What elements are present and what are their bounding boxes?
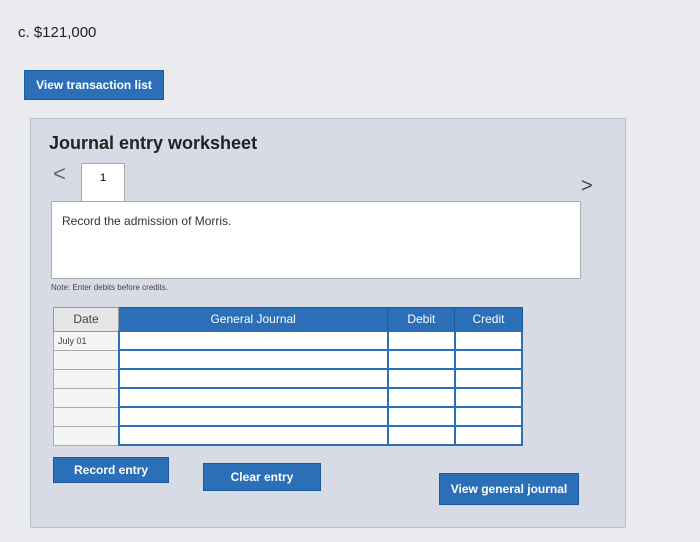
account-field[interactable] xyxy=(117,387,389,408)
date-cell[interactable] xyxy=(53,349,119,370)
account-field[interactable] xyxy=(117,406,389,427)
journal-table: Date General Journal Debit Credit July 0… xyxy=(53,307,524,446)
date-cell[interactable]: July 01 xyxy=(53,330,119,351)
task-box: Record the admission of Morris. xyxy=(51,201,581,279)
view-general-journal-button[interactable]: View general journal xyxy=(439,473,579,505)
credit-header: Credit xyxy=(454,307,523,332)
credit-field[interactable] xyxy=(453,387,524,408)
account-field[interactable] xyxy=(117,330,389,351)
task-description: Record the admission of Morris. xyxy=(62,214,232,228)
table-row xyxy=(53,425,524,446)
debit-field[interactable] xyxy=(386,387,456,408)
date-cell[interactable] xyxy=(53,387,119,408)
table-row xyxy=(53,368,524,389)
view-transaction-list-button[interactable]: View transaction list xyxy=(24,70,164,100)
note-text: Note: Enter debits before credits. xyxy=(51,283,168,292)
tab-1[interactable]: 1 xyxy=(81,163,125,201)
account-field[interactable] xyxy=(117,368,389,389)
general-journal-header: General Journal xyxy=(117,307,389,332)
debit-field[interactable] xyxy=(386,330,456,351)
chevron-left-icon[interactable]: < xyxy=(53,161,66,187)
credit-field[interactable] xyxy=(453,349,524,370)
worksheet-title: Journal entry worksheet xyxy=(49,133,258,153)
table-header-row: Date General Journal Debit Credit xyxy=(53,307,523,332)
answer-choice: c. $121,000 xyxy=(18,24,97,41)
credit-field[interactable] xyxy=(453,425,524,446)
date-header: Date xyxy=(53,307,119,332)
debit-field[interactable] xyxy=(386,368,456,389)
date-cell[interactable] xyxy=(53,425,119,446)
account-field[interactable] xyxy=(117,349,389,370)
credit-field[interactable] xyxy=(453,406,524,427)
clear-entry-button[interactable]: Clear entry xyxy=(203,463,321,491)
account-field[interactable] xyxy=(117,425,389,446)
debit-field[interactable] xyxy=(386,349,456,370)
table-row xyxy=(53,406,524,427)
credit-field[interactable] xyxy=(453,368,524,389)
debit-field[interactable] xyxy=(386,406,456,427)
table-row xyxy=(53,387,524,408)
chevron-right-icon[interactable]: > xyxy=(581,175,593,198)
journal-entry-worksheet: Journal entry worksheet < > 1 Record the… xyxy=(30,118,626,528)
table-row: July 01 xyxy=(53,330,524,351)
record-entry-button[interactable]: Record entry xyxy=(53,457,169,483)
credit-field[interactable] xyxy=(453,330,524,351)
date-cell[interactable] xyxy=(53,368,119,389)
date-cell[interactable] xyxy=(53,406,119,427)
table-row xyxy=(53,349,524,370)
debit-header: Debit xyxy=(387,307,456,332)
debit-field[interactable] xyxy=(386,425,456,446)
